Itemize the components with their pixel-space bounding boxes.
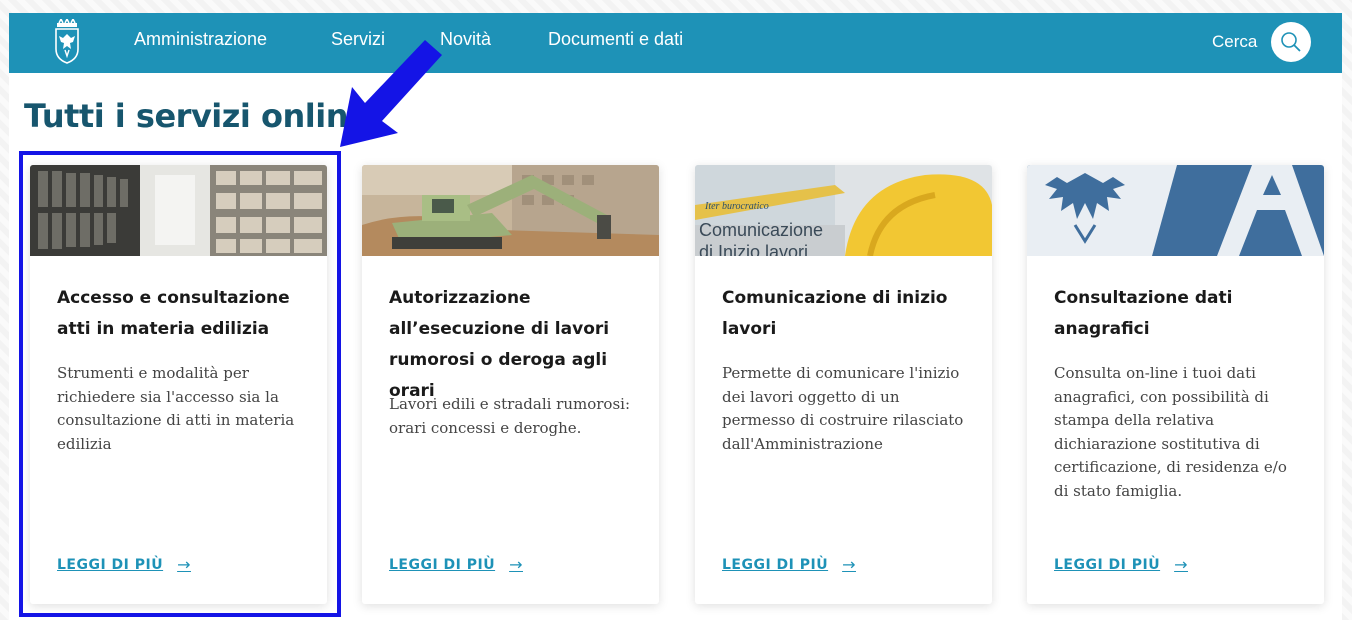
image-caption-sub: di Inizio lavori (699, 242, 808, 256)
top-navbar: Amministrazione Servizi Novità Documenti… (9, 13, 1342, 73)
card-description: Lavori edili e stradali rumorosi: orari … (389, 395, 631, 437)
read-more-label[interactable]: LEGGI DI PIÙ (722, 557, 828, 573)
read-more-link[interactable]: LEGGI DI PIÙ → (389, 555, 523, 574)
arrow-right-icon: → (509, 555, 523, 574)
arrow-right-icon: → (842, 555, 856, 574)
image-caption-small: Iter burocratico (704, 201, 769, 212)
nav-item-documenti[interactable]: Documenti e dati (548, 29, 683, 50)
search-icon (1281, 32, 1301, 52)
highlight-box (19, 151, 341, 617)
pointer-arrow-icon (340, 40, 442, 147)
search-button[interactable] (1271, 22, 1311, 62)
service-card-dati-anagrafici[interactable]: Consultazione dati anagrafici Consulta o… (1027, 165, 1324, 604)
image-caption-main: Comunicazione (699, 220, 823, 240)
card-image-hard-hat: Iter burocratico Comunicazione di Inizio… (695, 165, 992, 256)
service-card-lavori-rumorosi[interactable]: Autorizzazione all’esecuzione di lavori … (362, 165, 659, 604)
card-title[interactable]: Autorizzazione all’esecuzione di lavori … (389, 283, 639, 407)
search-label[interactable]: Cerca (1212, 32, 1257, 52)
municipal-crest-logo[interactable] (53, 19, 81, 65)
card-image-excavator (362, 165, 659, 256)
page-title: Tutti i servizi online (24, 97, 370, 135)
card-description: Permette di comunicare l'inizio dei lavo… (722, 364, 964, 453)
card-title[interactable]: Comunicazione di inizio lavori (722, 283, 972, 345)
read-more-label[interactable]: LEGGI DI PIÙ (1054, 557, 1160, 573)
arrow-right-icon: → (1174, 555, 1188, 574)
card-description: Consulta on-line i tuoi dati anagrafici,… (1054, 364, 1287, 500)
service-card-inizio-lavori[interactable]: Iter burocratico Comunicazione di Inizio… (695, 165, 992, 604)
read-more-link[interactable]: LEGGI DI PIÙ → (722, 555, 856, 574)
card-title[interactable]: Consultazione dati anagrafici (1054, 283, 1304, 345)
nav-item-amministrazione[interactable]: Amministrazione (134, 29, 267, 50)
card-image-eagle-crest (1027, 165, 1324, 256)
read-more-label[interactable]: LEGGI DI PIÙ (389, 557, 495, 573)
read-more-link[interactable]: LEGGI DI PIÙ → (1054, 555, 1188, 574)
